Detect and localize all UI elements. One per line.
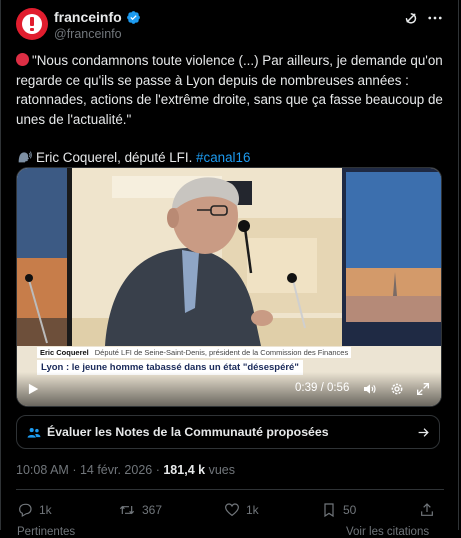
volume-icon[interactable] (362, 381, 378, 397)
franceinfo-logo-icon (22, 14, 42, 34)
repost-icon (119, 505, 135, 515)
more-options-icon[interactable] (426, 9, 444, 27)
repost-count: 367 (142, 503, 163, 517)
bookmark-icon (324, 503, 334, 518)
author-name[interactable]: franceinfo (54, 9, 122, 25)
views-count: 181,4 k (163, 463, 206, 477)
settings-gear-icon[interactable] (389, 381, 405, 397)
franceinfo-avatar[interactable] (16, 8, 48, 40)
video-player[interactable]: Eric Coquerel Député LFI de Seine-Saint-… (16, 167, 442, 407)
play-icon[interactable] (26, 382, 40, 396)
video-time: 0:39 / 0:56 (295, 382, 350, 394)
reply-button[interactable]: 1k (17, 502, 52, 518)
author-handle[interactable]: @franceinfo (54, 27, 122, 41)
fullscreen-icon[interactable] (415, 381, 431, 397)
author-name-row[interactable]: franceinfo (54, 9, 141, 25)
view-quotes-label[interactable]: Voir les citations (346, 526, 429, 538)
tweet-detail: franceinfo @franceinfo "Nous condamnons … (0, 0, 459, 538)
tweet-date[interactable]: 14 févr. 2026 (80, 463, 152, 477)
hashtag-link[interactable]: #canal16 (196, 150, 250, 165)
tweet-attribution: Eric Coquerel, député LFI. #canal16 (16, 148, 444, 168)
tweet-meta: 10:08 AM · 14 févr. 2026 · 181,4 k vues (16, 463, 235, 477)
heart-icon (225, 503, 239, 517)
views-label: vues (208, 463, 235, 477)
share-icon (421, 503, 433, 516)
red-circle-emoji-icon (16, 53, 29, 66)
bookmark-count: 50 (343, 503, 357, 517)
divider (16, 489, 444, 490)
speaking-head-emoji-icon (18, 151, 32, 163)
tweet-text: "Nous condamnons toute violence (...) Pa… (16, 51, 444, 168)
lower-third-speaker: Eric Coquerel Député LFI de Seine-Saint-… (37, 346, 352, 358)
community-notes-button[interactable]: Évaluer les Notes de la Communauté propo… (16, 415, 440, 449)
repost-button[interactable]: 367 (118, 502, 162, 518)
verified-badge-icon (126, 10, 140, 24)
bookmark-button[interactable]: 50 (321, 502, 356, 518)
reply-count: 1k (39, 503, 52, 517)
tweet-quote: "Nous condamnons toute violence (...) Pa… (16, 53, 443, 127)
like-count: 1k (246, 503, 259, 517)
tweet-time[interactable]: 10:08 AM (16, 463, 69, 477)
grok-icon[interactable] (402, 9, 420, 27)
community-notes-label: Évaluer les Notes de la Communauté propo… (47, 425, 329, 439)
arrow-right-icon (418, 428, 429, 437)
relevant-replies-label[interactable]: Pertinentes (17, 526, 75, 538)
like-button[interactable]: 1k (224, 502, 259, 518)
reply-icon (19, 503, 32, 518)
share-button[interactable] (419, 502, 435, 518)
community-people-icon (27, 428, 41, 438)
